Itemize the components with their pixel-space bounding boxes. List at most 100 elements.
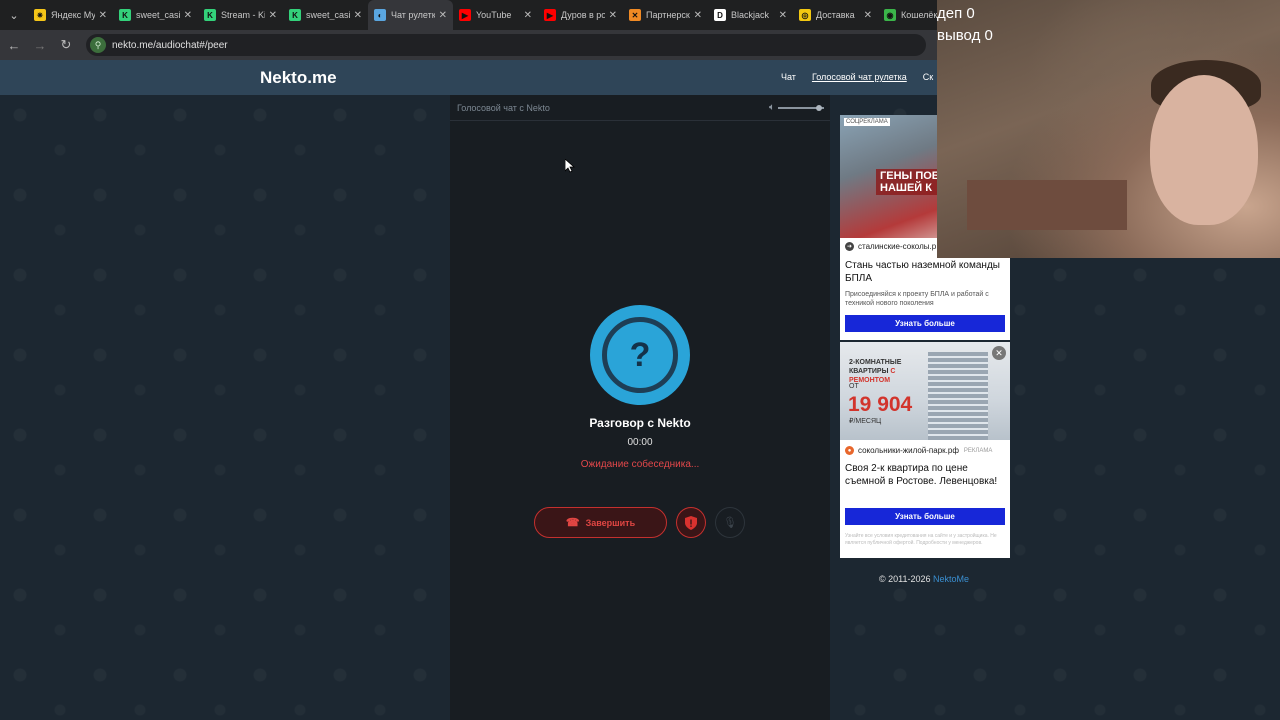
arrow-left-icon: ← [7, 37, 21, 53]
browser-tab[interactable]: ✷ Яндекс Музыка ✕ [28, 0, 113, 30]
star-icon: ✷ [34, 9, 46, 21]
peer-avatar: ? [590, 305, 690, 405]
ad-description: Присоединяйся к проекту БПЛА и работай с… [845, 291, 989, 307]
tab-search-button[interactable]: ⌄ [0, 0, 28, 30]
ad-source[interactable]: ● сокольники-жилой-парк.рф РЕКЛАМА [845, 446, 992, 455]
ad-banner-apartment[interactable]: 2-КОМНАТНЫЕ КВАРТИРЫ С РЕМОНТОМ ОТ 19 90… [840, 342, 1010, 558]
ad-disclaimer: Узнайте все условия кредитования на сайт… [845, 533, 997, 546]
close-icon[interactable]: ✕ [524, 10, 532, 21]
url-text: nekto.me/audiochat#/peer [112, 39, 228, 51]
close-icon[interactable]: ✕ [694, 10, 702, 21]
copyright-text: © 2011-2026 [879, 574, 931, 584]
volume-slider[interactable]: 🔈︎ [769, 102, 824, 113]
site-info-icon[interactable]: ⚲ [90, 37, 106, 53]
browser-tab[interactable]: Ksweet_casino ✕ [113, 0, 198, 30]
k-icon: K [119, 9, 131, 21]
close-icon[interactable]: ✕ [184, 10, 192, 21]
close-icon[interactable]: ✕ [439, 10, 447, 21]
browser-tab[interactable]: ▶ YouTube ✕ [453, 0, 538, 30]
footer-copyright: © 2011-2026 NektoMe [879, 574, 969, 584]
browser-tab[interactable]: ✕ Партнерская ✕ [623, 0, 708, 30]
reload-button[interactable]: ↻ [54, 33, 78, 57]
close-icon[interactable]: ✕ [99, 10, 107, 21]
d-icon: D [714, 9, 726, 21]
k-icon: K [289, 9, 301, 21]
ad-tag: СОЦРЕКЛАМА [844, 118, 890, 126]
mute-button[interactable]: 🎙︎ [715, 507, 745, 538]
volume-track[interactable] [778, 104, 824, 111]
tab-title: Чат рулетка [391, 10, 435, 20]
tab-title: Дуров в роли [561, 10, 605, 20]
tab-title: Доставка [816, 10, 855, 20]
footer-link[interactable]: NektoMe [933, 574, 969, 584]
tab-title: Stream - Kick [221, 10, 265, 20]
call-timer: 00:00 [627, 437, 653, 448]
x-icon: ✕ [629, 9, 641, 21]
close-icon[interactable]: ✕ [779, 10, 787, 21]
ad-source-domain: сокольники-жилой-парк.рф [858, 446, 959, 455]
connection-status: Ожидание собеседника... [580, 459, 700, 470]
tab-title: Яндекс Музыка [51, 10, 95, 20]
webcam-overlay: деп 0 вывод 0 [937, 0, 1280, 258]
browser-tab[interactable]: ◎ Доставка ✕ [793, 0, 878, 30]
logo-icon: ● [845, 446, 854, 455]
coin-icon: ◎ [799, 9, 811, 21]
forward-button[interactable]: → [28, 33, 52, 57]
browser-tab[interactable]: Ksweet_casino ✕ [283, 0, 368, 30]
ad-image-headline: 2-КОМНАТНЫЕ КВАРТИРЫ С РЕМОНТОМ [849, 359, 902, 384]
close-icon[interactable]: ✕ [269, 10, 277, 21]
tab-title: YouTube [476, 10, 512, 20]
close-icon[interactable]: ✕ [609, 10, 617, 21]
address-bar[interactable]: ⚲ nekto.me/audiochat#/peer [86, 34, 926, 56]
nav-link-more[interactable]: Ск [923, 72, 933, 82]
nav-link-voice-chat[interactable]: Голосовой чат рулетка [812, 72, 907, 82]
ad-learn-more-button[interactable]: Узнать больше [845, 315, 1005, 332]
arrow-right-icon: → [33, 37, 47, 53]
tab-title: Blackjack [731, 10, 770, 20]
arrow-icon: ➜ [845, 242, 854, 251]
browser-tab[interactable]: ◐ Чат рулетка ✕ [368, 0, 453, 30]
nekto-icon: ◐ [374, 9, 386, 21]
browser-tab[interactable]: D Blackjack ✕ [708, 0, 793, 30]
chat-header-title: Голосовой чат с Nekto [457, 102, 550, 113]
ad-title[interactable]: Стань частью наземной команды БПЛА [845, 259, 1007, 285]
site-logo[interactable]: Nekto.me [260, 68, 337, 88]
ad-source-domain: сталинские-соколы.р [858, 242, 937, 251]
ad-price-prefix: ОТ [849, 383, 859, 390]
reload-icon: ↻ [60, 37, 72, 52]
question-mark-icon: ? [602, 317, 678, 393]
close-icon[interactable]: ✕ [992, 346, 1006, 360]
deposit-counter: деп 0 [937, 5, 975, 22]
ad-title[interactable]: Своя 2-к квартира по цене съемной в Рост… [845, 462, 1007, 488]
end-call-button[interactable]: ☎ Завершить [534, 507, 667, 538]
close-icon[interactable]: ✕ [354, 10, 362, 21]
k-icon: K [204, 9, 216, 21]
voice-chat-panel: Голосовой чат с Nekto 🔈︎ ? Разговор с Ne… [450, 95, 830, 720]
close-icon[interactable]: ✕ [864, 10, 872, 21]
ad-label: РЕКЛАМА [963, 447, 993, 454]
ad-source[interactable]: ➜ сталинские-соколы.р [845, 242, 936, 251]
shield-icon [685, 515, 697, 530]
wallet-icon: ◉ [884, 9, 896, 21]
report-button[interactable] [676, 507, 706, 538]
site-nav: Чат Голосовой чат рулетка Ск [781, 72, 933, 82]
volume-knob[interactable] [816, 104, 823, 111]
youtube-icon: ▶ [459, 9, 471, 21]
stream-stats: деп 0 вывод 0 [937, 3, 993, 47]
end-call-label: Завершить [585, 517, 636, 528]
ad-image[interactable]: 2-КОМНАТНЫЕ КВАРТИРЫ С РЕМОНТОМ ОТ 19 90… [840, 342, 1010, 440]
browser-tab[interactable]: K Stream - Kick ✕ [198, 0, 283, 30]
ad-price-unit: ₽/МЕСЯЦ [849, 418, 882, 425]
microphone-icon: 🎙︎ [723, 517, 737, 529]
webcam-table [967, 180, 1127, 230]
ad-price: 19 904 [848, 393, 913, 416]
back-button[interactable]: ← [2, 33, 26, 57]
nav-link-chat[interactable]: Чат [781, 72, 796, 82]
mouse-cursor-icon [565, 159, 575, 173]
speaker-icon[interactable]: 🔈︎ [769, 102, 775, 113]
tab-title: sweet_casino [136, 10, 180, 20]
browser-tab[interactable]: ▶ Дуров в роли ✕ [538, 0, 623, 30]
withdraw-counter: вывод 0 [937, 27, 993, 44]
hang-up-icon: ☎ [565, 517, 580, 529]
ad-learn-more-button[interactable]: Узнать больше [845, 508, 1005, 525]
